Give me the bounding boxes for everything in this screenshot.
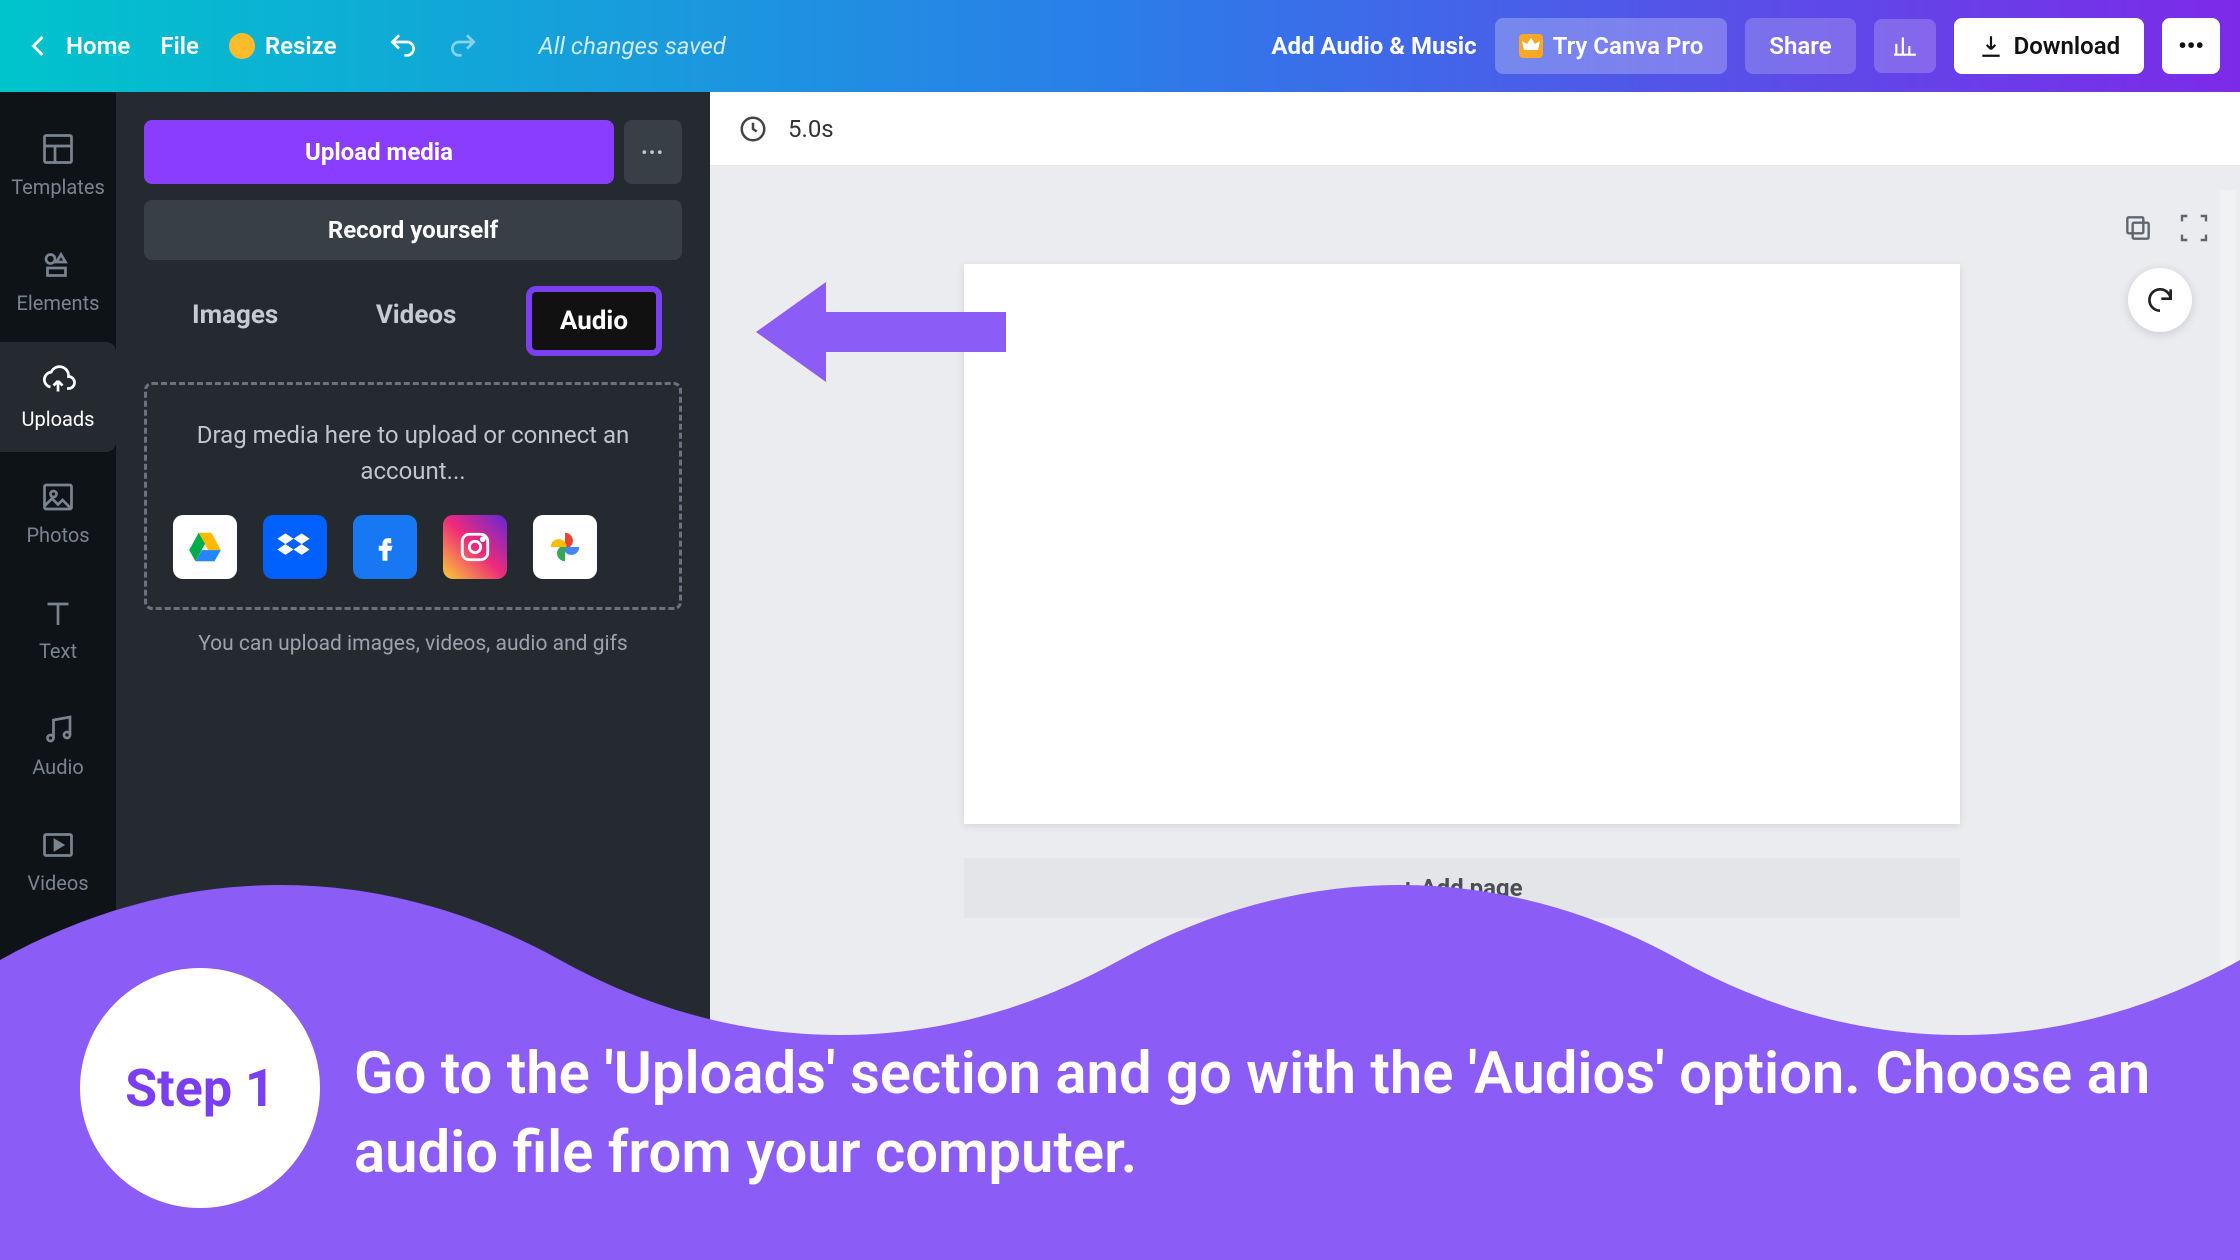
rail-elements[interactable]: Elements [0, 226, 116, 336]
instagram-icon [458, 530, 492, 564]
topbar: Home File Resize All changes saved Add A… [0, 0, 2240, 92]
save-status: All changes saved [539, 32, 726, 60]
share-label: Share [1769, 32, 1831, 60]
side-panel: Upload media ••• Record yourself Images … [116, 92, 710, 1260]
download-label: Download [2014, 32, 2121, 60]
chart-icon [1892, 33, 1918, 59]
audio-icon [40, 711, 76, 747]
upload-hint: You can upload images, videos, audio and… [144, 632, 682, 656]
tab-audio[interactable]: Audio [526, 286, 662, 356]
connector-dropbox[interactable] [263, 515, 327, 579]
tab-images[interactable]: Images [164, 286, 306, 356]
uploads-icon [40, 363, 76, 399]
google-photos-icon [546, 528, 584, 566]
topbar-right: Add Audio & Music Try Canva Pro Share Do… [1271, 18, 2220, 74]
photos-icon [40, 479, 76, 515]
crown-icon [1519, 34, 1543, 58]
time-row: 5.0s [710, 92, 2240, 166]
scrollbar[interactable] [2220, 190, 2236, 1260]
add-page-button[interactable]: + Add page [964, 858, 1960, 918]
topbar-left: Home File Resize All changes saved [20, 28, 726, 64]
main-area: Templates Elements Uploads Photos Text A… [0, 92, 2240, 1260]
redo-icon[interactable] [447, 30, 479, 62]
resize-label: Resize [265, 32, 337, 60]
upload-label: Upload media [305, 138, 453, 166]
media-tabs: Images Videos Audio [144, 286, 682, 356]
connector-google-photos[interactable] [533, 515, 597, 579]
try-pro-button[interactable]: Try Canva Pro [1495, 18, 1728, 74]
refresh-icon [2144, 284, 2176, 316]
elements-icon [40, 247, 76, 283]
crown-icon [229, 33, 255, 59]
resize-button[interactable]: Resize [229, 32, 337, 60]
rail-label: Photos [26, 523, 89, 547]
add-page-label: + Add page [1401, 874, 1522, 902]
canvas-area: 5.0s + Add page [710, 92, 2240, 1260]
home-button[interactable]: Home [20, 28, 130, 64]
rail-videos[interactable]: Videos [0, 806, 116, 916]
page-tools [2122, 212, 2210, 244]
rail-label: Uploads [22, 407, 95, 431]
try-pro-label: Try Canva Pro [1553, 32, 1704, 60]
connector-facebook[interactable] [353, 515, 417, 579]
more-menu-button[interactable]: ••• [2162, 18, 2220, 74]
expand-icon[interactable] [2178, 212, 2210, 244]
rail-text[interactable]: Text [0, 574, 116, 684]
upload-more-button[interactable]: ••• [624, 120, 682, 184]
text-icon [40, 595, 76, 631]
record-label: Record yourself [328, 216, 498, 244]
tab-videos[interactable]: Videos [348, 286, 485, 356]
record-yourself-button[interactable]: Record yourself [144, 200, 682, 260]
duplicate-icon[interactable] [2122, 212, 2154, 244]
document-title[interactable]: Add Audio & Music [1271, 32, 1476, 60]
rail-uploads[interactable]: Uploads [0, 342, 116, 452]
rail-label: Elements [17, 291, 100, 315]
rail-photos[interactable]: Photos [0, 458, 116, 568]
file-label: File [160, 32, 199, 60]
download-icon [1978, 33, 2004, 59]
rail-label: Videos [27, 871, 88, 895]
insights-button[interactable] [1874, 19, 1936, 73]
share-button[interactable]: Share [1745, 18, 1855, 74]
download-button[interactable]: Download [1954, 18, 2145, 74]
connector-icons [173, 515, 653, 579]
canvas-page[interactable] [964, 264, 1960, 824]
facebook-icon [370, 532, 400, 562]
undo-icon[interactable] [387, 30, 419, 62]
rail-label: Audio [32, 755, 84, 779]
duration-value: 5.0s [788, 115, 834, 143]
chevron-left-icon [20, 28, 56, 64]
home-label: Home [66, 32, 130, 60]
dropzone-text: Drag media here to upload or connect an … [173, 417, 653, 489]
google-drive-icon [186, 528, 224, 566]
refresh-button[interactable] [2128, 268, 2192, 332]
tab-label: Audio [560, 306, 628, 336]
tab-label: Videos [376, 300, 457, 330]
rail-label: Templates [11, 175, 105, 199]
connector-instagram[interactable] [443, 515, 507, 579]
rail-label: Text [39, 639, 77, 663]
rail-templates[interactable]: Templates [0, 110, 116, 220]
file-button[interactable]: File [160, 32, 199, 60]
connector-google-drive[interactable] [173, 515, 237, 579]
undo-redo-group [387, 30, 479, 62]
upload-row: Upload media ••• [144, 120, 682, 184]
icon-rail: Templates Elements Uploads Photos Text A… [0, 92, 116, 1260]
clock-icon [738, 114, 768, 144]
upload-dropzone[interactable]: Drag media here to upload or connect an … [144, 382, 682, 610]
templates-icon [40, 131, 76, 167]
rail-audio[interactable]: Audio [0, 690, 116, 800]
upload-media-button[interactable]: Upload media [144, 120, 614, 184]
videos-icon [40, 827, 76, 863]
tab-label: Images [192, 300, 278, 330]
dropbox-icon [276, 528, 314, 566]
